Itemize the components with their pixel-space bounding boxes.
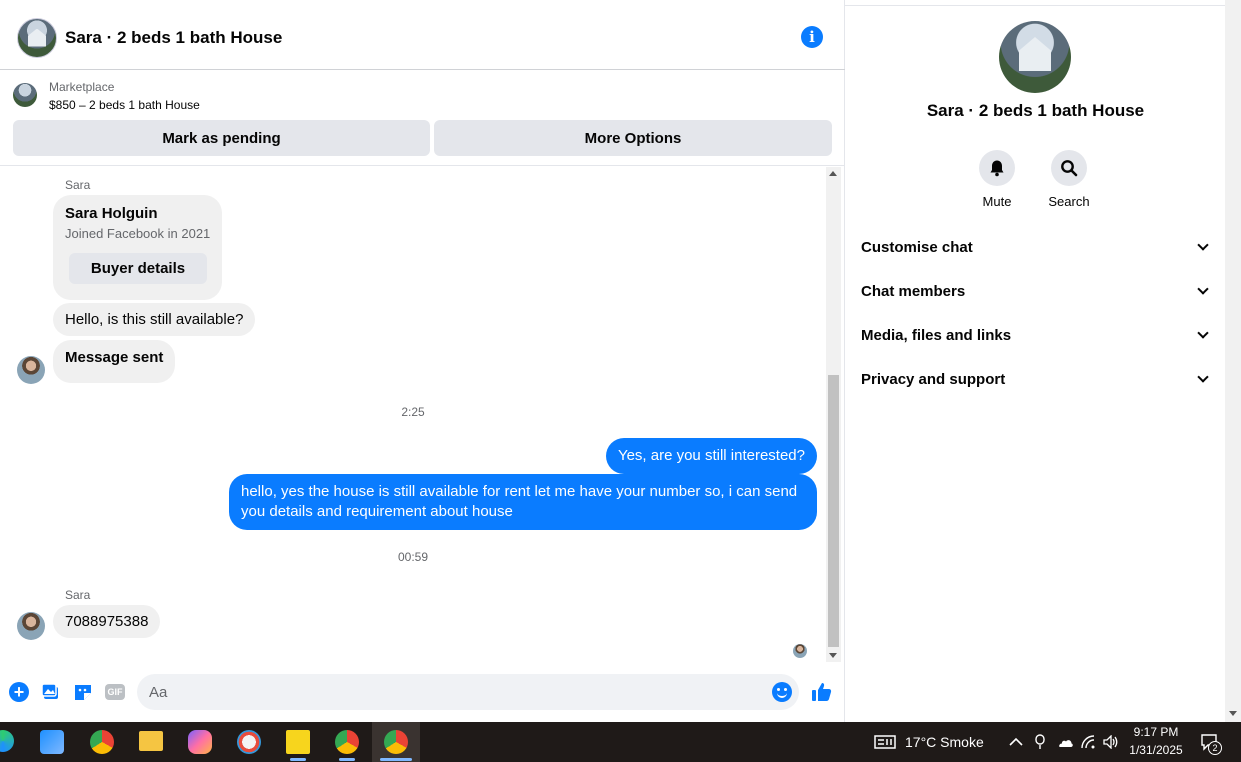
chrome-active-icon[interactable]	[384, 730, 408, 754]
gif-icon[interactable]: GIF	[105, 684, 125, 700]
file-explorer-icon[interactable]	[139, 731, 163, 751]
sender-name: Sara	[65, 588, 91, 602]
message-bubble-incoming[interactable]: Hello, is this still available?	[53, 303, 256, 336]
message-list: Sara Sara Holguin Joined Facebook in 202…	[0, 167, 826, 664]
more-options-button[interactable]: More Options	[434, 120, 832, 156]
scroll-thumb[interactable]	[828, 375, 839, 647]
details-title: Sara · 2 beds 1 bath House	[926, 101, 1145, 120]
copilot-icon[interactable]	[188, 730, 212, 754]
read-receipt-avatar	[793, 644, 807, 658]
meet-icon[interactable]	[1032, 734, 1048, 750]
buyer-card: Sara Holguin Joined Facebook in 2021 Buy…	[53, 195, 222, 300]
section-chat-members[interactable]: Chat members	[861, 279, 1211, 303]
onedrive-icon[interactable]	[1055, 734, 1075, 750]
section-label: Customise chat	[861, 238, 973, 256]
plus-icon[interactable]: +	[9, 682, 29, 702]
scroll-down-arrow-icon[interactable]	[1229, 711, 1237, 716]
sender-avatar[interactable]	[17, 612, 45, 640]
photo-icon[interactable]	[41, 682, 61, 702]
marketplace-banner: Marketplace $850 – 2 beds 1 bath House M…	[0, 70, 845, 166]
chevron-down-icon	[1197, 283, 1209, 295]
store-icon[interactable]	[40, 730, 64, 754]
chevron-down-icon	[1197, 371, 1209, 383]
volume-icon[interactable]	[1103, 734, 1119, 750]
chevron-up-icon[interactable]	[1008, 734, 1024, 750]
scroll-down-arrow-icon[interactable]	[829, 653, 837, 658]
composer: + GIF	[0, 668, 845, 718]
chrome-icon[interactable]	[90, 730, 114, 754]
buyer-name: Sara Holguin	[65, 205, 158, 222]
chat-panel: Sara · 2 beds 1 bath House i Marketplace…	[0, 0, 845, 722]
buyer-joined: Joined Facebook in 2021	[65, 226, 211, 241]
bell-icon[interactable]	[979, 150, 1015, 186]
paint-icon[interactable]	[237, 730, 261, 754]
notification-count: 2	[1208, 741, 1222, 755]
section-label: Privacy and support	[861, 370, 1006, 388]
page-scrollbar[interactable]	[1225, 0, 1241, 722]
timestamp: 00:59	[397, 550, 429, 564]
section-customise-chat[interactable]: Customise chat	[861, 235, 1211, 259]
chevron-down-icon	[1197, 327, 1209, 339]
section-label: Chat members	[861, 282, 966, 300]
timestamp: 2:25	[401, 405, 425, 419]
sticker-icon[interactable]	[73, 682, 93, 702]
chevron-down-icon	[1197, 239, 1209, 251]
weather-icon[interactable]	[873, 734, 897, 750]
message-bubble-phone[interactable]: 7088975388	[53, 605, 161, 638]
search-icon[interactable]	[1051, 150, 1087, 186]
scroll-up-arrow-icon[interactable]	[829, 171, 837, 176]
listing-thumbnail[interactable]	[13, 83, 37, 107]
edge-icon[interactable]	[0, 730, 14, 752]
wifi-icon[interactable]	[1081, 734, 1097, 750]
section-privacy-support[interactable]: Privacy and support	[861, 367, 1211, 391]
sender-avatar[interactable]	[17, 356, 45, 384]
clock-date[interactable]: 1/31/2025	[1126, 743, 1186, 757]
section-media-files-links[interactable]: Media, files and links	[861, 323, 1211, 347]
details-avatar[interactable]	[999, 21, 1071, 93]
listing-title[interactable]: $850 – 2 beds 1 bath House	[49, 98, 200, 112]
conversation-title[interactable]: Sara · 2 beds 1 bath House	[65, 28, 282, 48]
thumbs-up-icon[interactable]	[810, 680, 834, 704]
mark-as-pending-button[interactable]: Mark as pending	[13, 120, 430, 156]
sender-name: Sara	[65, 178, 91, 192]
section-label: Media, files and links	[861, 326, 1012, 344]
active-indicator	[290, 758, 306, 761]
message-sent-bubble[interactable]: Message sent	[53, 340, 176, 383]
emoji-icon[interactable]	[772, 682, 792, 702]
screen: Sara · 2 beds 1 bath House i Marketplace…	[0, 0, 1241, 762]
buyer-details-button[interactable]: Buyer details	[69, 253, 207, 284]
marketplace-label: Marketplace	[49, 80, 115, 94]
message-bubble-outgoing-long[interactable]: hello, yes the house is still available …	[229, 474, 817, 530]
chrome-profile-icon[interactable]	[335, 730, 359, 754]
message-input[interactable]	[137, 674, 799, 710]
message-scrollbar[interactable]	[826, 167, 841, 662]
search-label: Search	[1048, 194, 1090, 209]
weather-text[interactable]: 17°C Smoke	[905, 734, 984, 750]
taskbar: 17°C Smoke 9:17 PM 1/31/2025 2	[0, 722, 1241, 762]
clock-time[interactable]: 9:17 PM	[1126, 725, 1186, 739]
active-indicator	[380, 758, 412, 761]
mute-action[interactable]: Mute	[957, 150, 1037, 209]
mute-label: Mute	[982, 194, 1012, 209]
conversation-details-panel: Sara · 2 beds 1 bath House Mute Search C…	[846, 6, 1225, 722]
conversation-avatar[interactable]	[17, 17, 57, 58]
active-indicator	[339, 758, 355, 761]
sticky-notes-icon[interactable]	[286, 730, 310, 754]
chat-header: Sara · 2 beds 1 bath House i	[0, 6, 845, 70]
message-bubble-outgoing[interactable]: Yes, are you still interested?	[605, 438, 817, 474]
search-action[interactable]: Search	[1029, 150, 1109, 209]
info-icon[interactable]: i	[801, 26, 823, 48]
